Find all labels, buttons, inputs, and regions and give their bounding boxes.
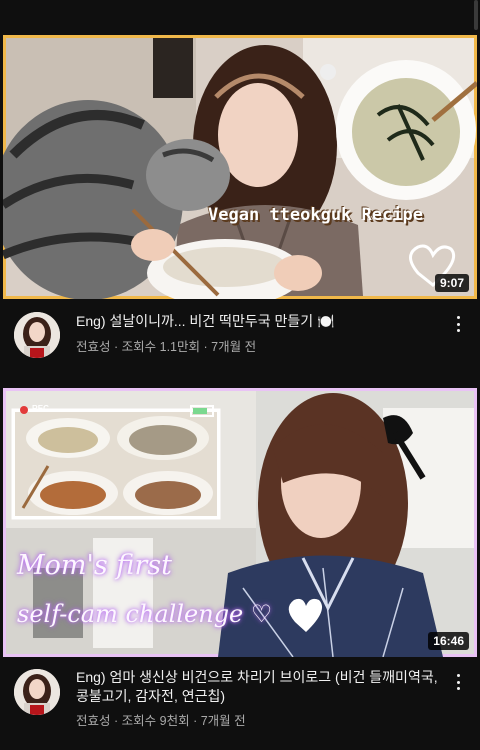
- scrollbar[interactable]: [474, 0, 478, 30]
- video-thumbnail-1[interactable]: Vegan tteokguk Recipe 9:07: [3, 35, 477, 299]
- upload-age: 7개월 전: [200, 714, 246, 728]
- thumbnail-overlay-text: Vegan tteokguk Recipe: [208, 205, 423, 225]
- more-options-icon[interactable]: [450, 671, 466, 693]
- channel-avatar[interactable]: [14, 312, 60, 358]
- video-thumbnail-2[interactable]: REC Mom's first self-cam challenge ♡ 16:…: [3, 388, 477, 657]
- video-duration-badge: 9:07: [434, 274, 469, 292]
- view-count: 조회수 9천회: [121, 714, 190, 728]
- channel-name[interactable]: 전효성: [76, 714, 111, 728]
- avatar-image: [14, 669, 60, 715]
- video-duration-badge: 16:46: [428, 632, 469, 650]
- separator: ·: [203, 340, 208, 354]
- separator: ·: [114, 340, 119, 354]
- video-subtitle: 전효성 · 조회수 9천회 · 7개월 전: [76, 710, 246, 729]
- video-meta-1: Eng) 설날이니까... 비건 떡만두국 만들기 🍽️ 전효성 · 조회수 1…: [0, 299, 480, 369]
- rec-label: REC: [32, 404, 49, 413]
- video-title[interactable]: Eng) 엄마 생신상 비건으로 차리기 브이로그 (비건 들깨미역국, 콩불고…: [76, 668, 440, 706]
- video-title[interactable]: Eng) 설날이니까... 비건 떡만두국 만들기 🍽️: [76, 312, 440, 331]
- thumbnail-image-1: [3, 35, 477, 299]
- upload-age: 7개월 전: [211, 340, 257, 354]
- thumbnail-overlay-line-1: Mom's first: [17, 550, 172, 581]
- channel-avatar[interactable]: [14, 669, 60, 715]
- video-subtitle: 전효성 · 조회수 1.1만회 · 7개월 전: [76, 336, 256, 355]
- view-count: 조회수 1.1만회: [121, 340, 201, 354]
- more-options-icon[interactable]: [450, 313, 466, 335]
- thumbnail-overlay-line-2: self-cam challenge ♡: [17, 600, 273, 628]
- separator: ·: [114, 714, 119, 728]
- avatar-image: [14, 312, 60, 358]
- separator: ·: [193, 714, 198, 728]
- video-meta-2: Eng) 엄마 생신상 비건으로 차리기 브이로그 (비건 들깨미역국, 콩불고…: [0, 657, 480, 750]
- channel-name[interactable]: 전효성: [76, 340, 111, 354]
